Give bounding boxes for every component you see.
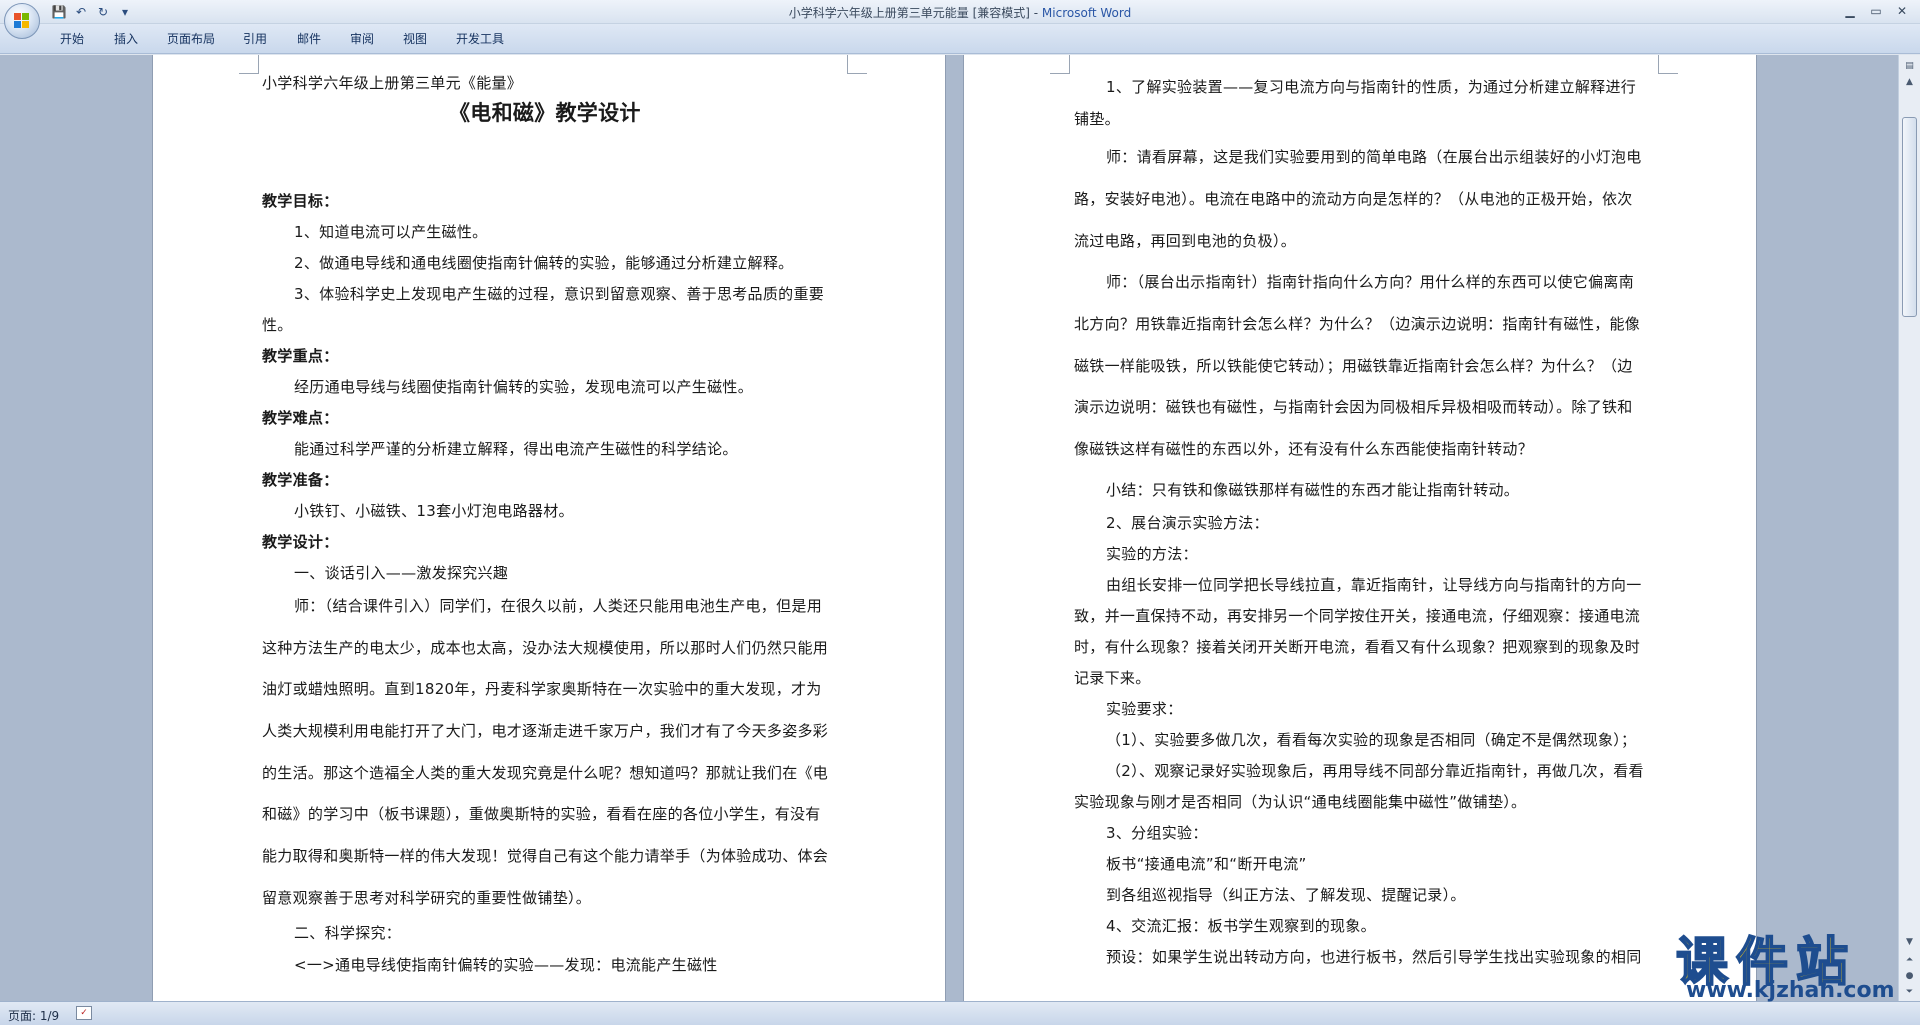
paragraph: 磁铁一样能吸铁，所以铁能使它转动）；用磁铁靠近指南针会怎么样？为什么？（边 [1074, 357, 1633, 375]
tab-insert[interactable]: 插入 [114, 30, 138, 47]
paragraph: 和磁》的学习中（板书课题），重做奥斯特的实验，看看在座的各位小学生，有没有 [262, 805, 821, 823]
restore-button[interactable]: ▭ [1864, 2, 1888, 20]
paragraph: 这种方法生产的电太少，成本也太高，没办法大规模使用，所以那时人们仍然只能用 [262, 639, 829, 657]
paragraph: 经历通电导线与线圈使指南针偏转的实验，发现电流可以产生磁性。 [294, 378, 754, 396]
margin-corner-mark [1050, 55, 1070, 74]
paragraph: 由组长安排一位同学把长导线拉直，靠近指南针，让导线方向与指南针的方向一 [1106, 576, 1642, 594]
paragraph: 演示边说明：磁铁也有磁性，与指南针会因为同极相斥异极相吸而转动）。除了铁和 [1074, 398, 1633, 416]
paragraph: 师：（结合课件引入）同学们，在很久以前，人类还只能用电池生产电，但是用 [294, 597, 823, 615]
ribbon-tabs: 开始 插入 页面布局 引用 邮件 审阅 视图 开发工具 [0, 24, 1920, 54]
close-button[interactable]: ✕ [1890, 2, 1914, 20]
paragraph: 能通过科学严谨的分析建立解释，得出电流产生磁性的科学结论。 [294, 440, 738, 458]
tab-page-layout[interactable]: 页面布局 [167, 30, 215, 47]
doc-subtitle: 小学科学六年级上册第三单元《能量》 [262, 74, 523, 92]
ruler-toggle-icon[interactable]: ▤ [1902, 59, 1917, 73]
watermark-logo: 课件站 www.kjzhan.com [1668, 920, 1908, 1003]
paragraph: 1、知道电流可以产生磁性。 [294, 223, 488, 241]
paragraph: 小铁钉、小磁铁、13套小灯泡电路器材。 [294, 502, 574, 520]
paragraph: 铺垫。 [1074, 110, 1120, 128]
section-heading: 教学重点： [262, 347, 339, 365]
paragraph: 路，安装好电池）。电流在电路中的流动方向是怎样的？（从电池的正极开始，依次 [1074, 190, 1633, 208]
paragraph: 致，并一直保持不动，再安排另一个同学按住开关，接通电流，仔细观察：接通电流 [1074, 607, 1641, 625]
title-bar: 💾 ↶ ↻ ▾ 小学科学六年级上册第三单元能量 [兼容模式] - Microso… [0, 0, 1920, 24]
paragraph: 一、谈话引入——激发探究兴趣 [294, 564, 509, 582]
minimize-button[interactable]: ▁ [1838, 2, 1862, 20]
paragraph: 2、做通电导线和通电线圈使指南针偏转的实验，能够通过分析建立解释。 [294, 254, 794, 272]
paragraph: 北方向？用铁靠近指南针会怎么样？为什么？（边演示边说明：指南针有磁性，能像 [1074, 315, 1641, 333]
paragraph: 留意观察善于思考对科学研究的重要性做铺垫）。 [262, 889, 592, 907]
paragraph: 二、科学探究： [294, 924, 402, 942]
doc-title: 《电和磁》教学设计 [449, 100, 641, 125]
scrollbar-thumb[interactable] [1902, 117, 1917, 317]
paragraph: 人类大规模利用电能打开了大门，电才逐渐走进千家万户，我们才有了今天多姿多彩 [262, 722, 829, 740]
paragraph: 实验的方法： [1106, 545, 1198, 563]
scroll-up-arrow-icon[interactable]: ▲ [1902, 75, 1917, 89]
paragraph: 预设：如果学生说出转动方向，也进行板书，然后引导学生找出实验现象的相同 [1106, 948, 1642, 966]
paragraph: （2）、观察记录好实验现象后，再用导线不同部分靠近指南针，再做几次，看看 [1106, 762, 1644, 780]
paragraph: （1）、实验要多做几次，看看每次实验的现象是否相同（确定不是偶然现象）； [1106, 731, 1637, 749]
paragraph: 3、分组实验： [1106, 824, 1208, 842]
page-number-indicator[interactable]: 页面: 1/9 [8, 1007, 59, 1024]
proofing-icon[interactable]: ✓ [76, 1006, 92, 1020]
page-2[interactable]: 1、了解实验装置——复习电流方向与指南针的性质，为通过分析建立解释进行 铺垫。 … [963, 55, 1757, 1001]
paragraph: 时，有什么现象？接着关闭开关断开电流，看看又有什么现象？把观察到的现象及时 [1074, 638, 1641, 656]
margin-corner-mark [847, 55, 867, 74]
window-title: 小学科学六年级上册第三单元能量 [兼容模式] - Microsoft Word [0, 4, 1920, 21]
page-1[interactable]: 小学科学六年级上册第三单元《能量》 《电和磁》教学设计 教学目标： 1、知道电流… [152, 55, 946, 1001]
paragraph: 油灯或蜡烛照明。直到1820年，丹麦科学家奥斯特在一次实验中的重大发现，才为 [262, 680, 822, 698]
paragraph: 3、体验科学史上发现电产生磁的过程，意识到留意观察、善于思考品质的重要 [294, 285, 825, 303]
paragraph: 流过电路，再回到电池的负极）。 [1074, 232, 1297, 250]
paragraph: 2、展台演示实验方法： [1106, 514, 1269, 532]
paragraph: 小结：只有铁和像磁铁那样有磁性的东西才能让指南针转动。 [1106, 481, 1520, 499]
app-name: Microsoft Word [1041, 6, 1132, 20]
office-logo-icon [14, 13, 30, 29]
window-controls: ▁ ▭ ✕ [1838, 2, 1914, 20]
margin-corner-mark [1658, 55, 1678, 74]
paragraph: 到各组巡视指导（纠正方法、了解发现、提醒记录）。 [1106, 886, 1466, 904]
tab-references[interactable]: 引用 [243, 30, 267, 47]
paragraph: 性。 [262, 316, 293, 334]
paragraph: 师：（展台出示指南针）指南针指向什么方向？用什么样的东西可以使它偏离南 [1106, 273, 1635, 291]
tab-review[interactable]: 审阅 [350, 30, 374, 47]
document-area[interactable]: 小学科学六年级上册第三单元《能量》 《电和磁》教学设计 教学目标： 1、知道电流… [0, 55, 1898, 1001]
vertical-scrollbar[interactable]: ▤ ▲ ▼ ⏶ ● ⏷ [1898, 55, 1920, 1001]
margin-corner-mark [239, 55, 259, 74]
paragraph: 师：请看屏幕，这是我们实验要用到的简单电路（在展台出示组装好的小灯泡电 [1106, 148, 1642, 166]
paragraph: 记录下来。 [1074, 669, 1151, 687]
section-heading: 教学设计： [262, 533, 339, 551]
paragraph: 板书“接通电流”和“断开电流” [1106, 855, 1307, 873]
section-heading: 教学难点： [262, 409, 339, 427]
paragraph: 实验要求： [1106, 700, 1183, 718]
tab-view[interactable]: 视图 [403, 30, 427, 47]
document-title: 小学科学六年级上册第三单元能量 [兼容模式] - [788, 6, 1042, 20]
paragraph: 4、交流汇报：板书学生观察到的现象。 [1106, 917, 1376, 935]
status-bar: 页面: 1/9 ✓ [0, 1001, 1920, 1025]
paragraph: 像磁铁这样有磁性的东西以外，还有没有什么东西能使指南针转动？ [1074, 440, 1534, 458]
paragraph: <一>通电导线使指南针偏转的实验——发现：电流能产生磁性 [294, 956, 718, 974]
tab-developer[interactable]: 开发工具 [456, 30, 504, 47]
section-heading: 教学准备： [262, 471, 339, 489]
paragraph: 能力取得和奥斯特一样的伟大发现！觉得自己有这个能力请举手（为体验成功、体会 [262, 847, 829, 865]
watermark-url: www.kjzhan.com [1686, 978, 1895, 1003]
tab-mailings[interactable]: 邮件 [297, 30, 321, 47]
paragraph: 的生活。那这个造福全人类的重大发现究竟是什么呢？想知道吗？那就让我们在《电 [262, 764, 829, 782]
tab-home[interactable]: 开始 [60, 30, 84, 47]
paragraph: 实验现象与刚才是否相同（为认识“通电线圈能集中磁性”做铺垫）。 [1074, 793, 1527, 811]
paragraph: 1、了解实验装置——复习电流方向与指南针的性质，为通过分析建立解释进行 [1106, 78, 1637, 96]
section-heading: 教学目标： [262, 192, 339, 210]
office-button[interactable] [4, 3, 40, 39]
